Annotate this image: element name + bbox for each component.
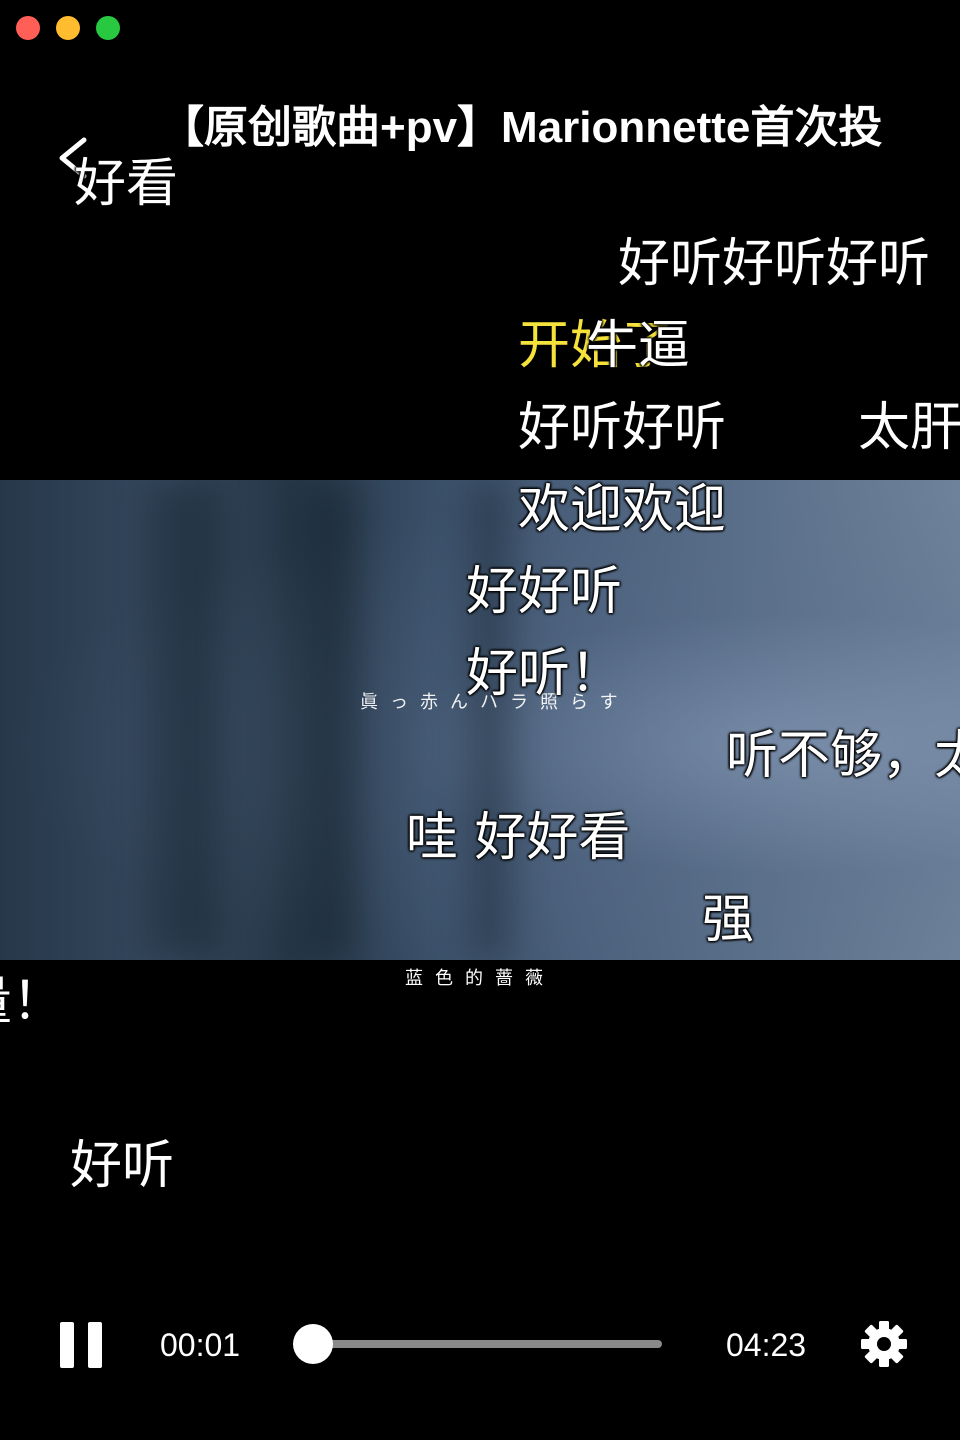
window-controls — [16, 16, 120, 40]
pause-icon[interactable] — [60, 1322, 102, 1368]
video-frame[interactable] — [0, 480, 960, 960]
danmaku-comment: 好看 — [74, 154, 179, 214]
video-title: 【原创歌曲+pv】Marionnette首次投 — [160, 103, 883, 152]
danmaku-comment: 好听好听 — [518, 398, 727, 458]
zoom-window-button[interactable] — [96, 16, 120, 40]
danmaku-comment: 好听！ — [466, 644, 623, 704]
current-time: 00:01 — [160, 1327, 241, 1363]
danmaku-comment: 哇 好好看 — [406, 808, 631, 868]
duration: 04:23 — [726, 1327, 807, 1363]
progress-track[interactable] — [312, 1340, 662, 1348]
lyric-line-chinese: 蓝色的蔷薇 — [405, 968, 555, 989]
danmaku-comment: 好听好听好听 — [618, 234, 931, 294]
danmaku-comment: 听不够，太 — [726, 726, 960, 786]
danmaku-comment: 好好听 — [466, 562, 623, 622]
danmaku-comment: 牛逼 — [586, 316, 691, 376]
player-window: 【原创歌曲+pv】Marionnette首次投 眞っ赤んハラ照らす 蓝色的蔷薇 … — [0, 0, 960, 1440]
danmaku-comment: 好听 — [70, 1136, 175, 1196]
minimize-window-button[interactable] — [56, 16, 80, 40]
playback-controls: 00:01 04:23 — [0, 1300, 960, 1390]
danmaku-comment: 量！ — [0, 972, 65, 1032]
danmaku-comment: 太肝 — [858, 398, 960, 458]
close-window-button[interactable] — [16, 16, 40, 40]
gear-icon[interactable] — [858, 1318, 910, 1370]
progress-thumb[interactable] — [293, 1324, 334, 1364]
danmaku-comment: 强 — [702, 890, 755, 950]
danmaku-comment: 欢迎欢迎 — [518, 480, 727, 540]
